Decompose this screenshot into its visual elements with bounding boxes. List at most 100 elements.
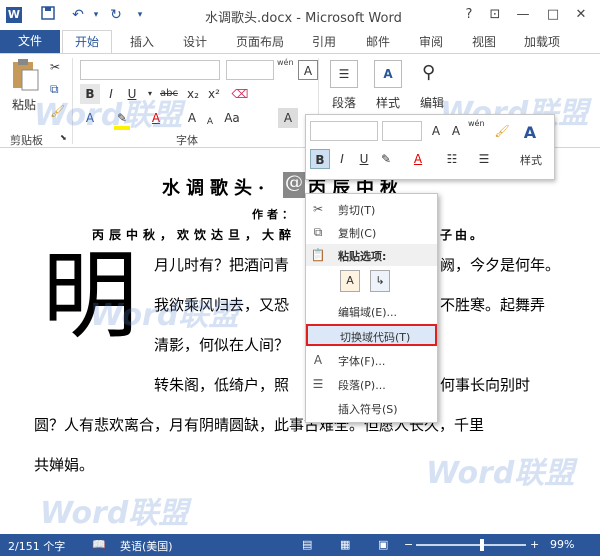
grow-font-button[interactable]: A — [182, 108, 202, 128]
menu-item-copy[interactable]: ⧉ 复制(C) — [306, 221, 437, 243]
mini-format-painter-icon[interactable]: 🖌 — [492, 121, 512, 141]
minimize-button[interactable]: — — [512, 4, 534, 26]
help-button[interactable]: ? — [458, 4, 480, 26]
window-title: 水调歌头.docx - Microsoft Word — [205, 11, 402, 26]
superscript-button[interactable]: x² — [204, 84, 224, 104]
menu-item-toggle-field-codes[interactable]: 切换域代码(T) — [306, 324, 437, 346]
change-case-button[interactable]: Aa — [222, 108, 242, 128]
tab-insert[interactable]: 插入 — [130, 33, 154, 50]
ribbon-tabs: 文件 开始 插入 设计 页面布局 引用 邮件 审阅 视图 加载项 — [0, 30, 600, 54]
proofing-icon[interactable]: 📖 — [92, 538, 106, 551]
zoom-slider[interactable] — [416, 539, 526, 551]
paragraph-icon: ☰ — [312, 377, 324, 391]
tab-design[interactable]: 设计 — [183, 33, 207, 50]
tab-file[interactable]: 文件 — [0, 30, 60, 53]
paste-text-only-icon[interactable]: ↳ — [370, 270, 390, 292]
menu-item-paragraph[interactable]: ☰ 段落(P)... — [306, 373, 437, 395]
mini-shrink-font-button[interactable]: A — [446, 121, 466, 141]
menu-item-edit-field[interactable]: 编辑域(E)... — [306, 300, 437, 322]
ribbon-display-options-icon[interactable]: ⊡ — [484, 4, 506, 26]
web-layout-icon[interactable]: ▣ — [378, 538, 388, 551]
language-indicator[interactable]: 英语(美国) — [120, 538, 173, 554]
tab-addins[interactable]: 加载项 — [524, 33, 560, 50]
word-app-icon[interactable]: W — [6, 7, 22, 23]
zoom-slider-thumb[interactable] — [479, 539, 484, 551]
mini-toolbar: A A wén 🖌 A 样式 B I U ✎ A ☷ ☰ — [305, 114, 555, 180]
mini-bullets-icon[interactable]: ☷ — [442, 149, 462, 169]
char-border-icon[interactable]: A — [298, 60, 318, 80]
paragraph-label[interactable]: 段落 — [332, 94, 356, 111]
document-area[interactable]: 水调歌头· @ 丙辰中秋 作者： 丙辰中秋，欢饮达旦，大醉 子由。 明 月儿时有… — [0, 96, 600, 534]
paste-label[interactable]: 粘贴 — [12, 96, 36, 113]
author-line: 作者： — [252, 208, 297, 221]
clipboard-launcher-icon[interactable]: ⬊ — [60, 133, 67, 142]
binoculars-icon[interactable]: ⚲ — [422, 62, 435, 83]
word-count[interactable]: 2/151 个字 — [8, 538, 65, 554]
subscript-button[interactable]: x₂ — [183, 84, 203, 104]
copy-icon: ⧉ — [313, 225, 323, 239]
undo-icon[interactable]: ↶ — [68, 6, 88, 24]
font-size-combo[interactable] — [226, 60, 274, 80]
poem-line: 月儿时有？把酒问青 — [154, 256, 290, 274]
clipboard-group-label: 剪贴板 — [10, 134, 43, 147]
menu-item-font[interactable]: A 字体(F)... — [306, 349, 437, 371]
styles-label[interactable]: 样式 — [376, 94, 400, 111]
tab-references[interactable]: 引用 — [312, 33, 336, 50]
context-menu: ✂ 剪切(T) ⧉ 复制(C) 📋 粘贴选项: A ↳ 编辑域(E)... 切换域代码… — [305, 193, 438, 423]
scissors-icon: ✂ — [312, 202, 324, 216]
poem-line: 清影，何似在人间？ — [154, 336, 290, 354]
undo-dropdown-icon[interactable]: ▾ — [86, 6, 106, 24]
poem-title: 水调歌头· — [162, 178, 271, 199]
menu-item-cut[interactable]: ✂ 剪切(T) — [306, 198, 437, 220]
styles-icon[interactable]: A — [374, 60, 402, 88]
status-bar: 2/151 个字 📖 英语(美国) ▤ ▦ ▣ − + 99% — [0, 534, 600, 556]
poem-line: 共婵娟。 — [34, 456, 95, 474]
menu-item-insert-symbol[interactable]: 插入符号(S) — [306, 397, 437, 419]
mini-styles-label[interactable]: 样式 — [520, 152, 542, 168]
tab-layout[interactable]: 页面布局 — [236, 33, 284, 50]
mini-grow-font-button[interactable]: A — [426, 121, 446, 141]
poem-line: 不胜寒。起舞弄 — [440, 296, 546, 314]
paragraph-icon[interactable]: ☰ — [330, 60, 358, 88]
maximize-button[interactable]: □ — [542, 4, 564, 26]
print-layout-icon[interactable]: ▦ — [340, 538, 350, 551]
shrink-font-button[interactable]: A — [200, 112, 220, 132]
watermark-logo: Word联盟 — [426, 456, 575, 491]
poem-line: 何事长向别时 — [440, 376, 531, 394]
mini-styles-icon[interactable]: A — [520, 123, 540, 143]
watermark-logo: Word联盟 — [40, 496, 189, 531]
mini-bold-button[interactable]: B — [310, 149, 330, 169]
read-mode-icon[interactable]: ▤ — [302, 538, 312, 551]
tab-view[interactable]: 视图 — [472, 33, 496, 50]
save-icon[interactable] — [38, 6, 58, 24]
font-group-label: 字体 — [176, 134, 198, 147]
mini-phonetic-guide-icon[interactable]: wén — [468, 119, 485, 128]
tab-review[interactable]: 审阅 — [419, 33, 443, 50]
phonetic-guide-icon[interactable]: wén — [277, 58, 294, 67]
selected-field-code[interactable]: @ — [283, 172, 305, 198]
tab-home[interactable]: 开始 — [62, 30, 112, 54]
customize-quick-access-icon[interactable]: ▾ — [130, 6, 150, 24]
font-name-combo[interactable] — [80, 60, 220, 80]
mini-font-color-button[interactable]: A — [408, 149, 428, 169]
mini-numbering-icon[interactable]: ☰ — [474, 149, 494, 169]
redo-icon[interactable]: ↻ — [106, 6, 126, 24]
mini-font-name-combo[interactable] — [310, 121, 378, 141]
mini-highlight-icon[interactable]: ✎ — [376, 149, 396, 169]
cut-icon[interactable]: ✂ — [50, 60, 60, 74]
title-bar: W ↶ ▾ ↻ ▾ 水调歌头.docx - Microsoft Word ? ⊡… — [0, 0, 600, 30]
poem-line: 阙，今夕是何年。 — [440, 256, 561, 274]
zoom-out-button[interactable]: − — [404, 538, 413, 551]
mini-italic-button[interactable]: I — [332, 149, 352, 169]
char-shading-button[interactable]: A — [278, 108, 298, 128]
font-icon: A — [313, 353, 323, 367]
mini-underline-button[interactable]: U — [354, 149, 374, 169]
paste-keep-source-icon[interactable]: A — [340, 270, 360, 292]
menu-item-paste-options: 📋 粘贴选项: — [306, 244, 437, 266]
close-button[interactable]: ✕ — [570, 4, 592, 26]
clear-formatting-icon[interactable]: ⌫ — [230, 84, 250, 104]
tab-mailings[interactable]: 邮件 — [366, 33, 390, 50]
mini-font-size-combo[interactable] — [382, 121, 422, 141]
zoom-in-button[interactable]: + — [530, 538, 539, 551]
zoom-level[interactable]: 99% — [550, 538, 574, 551]
